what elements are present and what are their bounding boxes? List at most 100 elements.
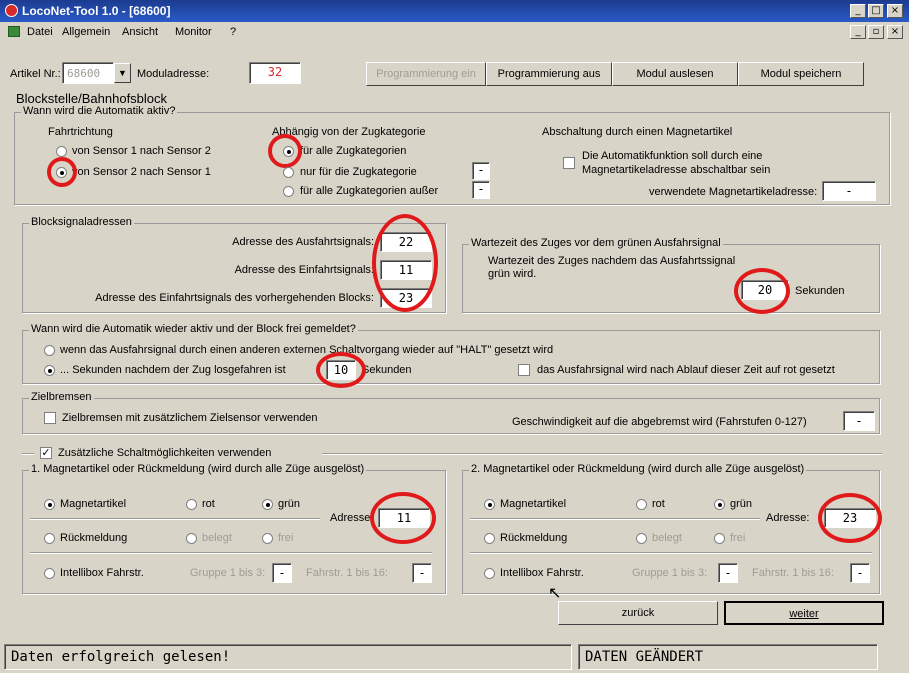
frei-seconds-input[interactable]: 10 bbox=[326, 360, 356, 380]
back-button[interactable]: zurück bbox=[558, 601, 718, 625]
g2-ib-radio[interactable] bbox=[484, 568, 495, 579]
next-button[interactable]: weiter bbox=[724, 601, 884, 625]
g2-magnet-label: Magnetartikel bbox=[500, 498, 567, 510]
g1-gruppe-label: Gruppe 1 bis 3: bbox=[190, 567, 266, 579]
g2-fahrstr-label: Fahrstr. 1 bis 16: bbox=[752, 567, 834, 579]
menu-help[interactable]: ? bbox=[230, 26, 236, 38]
frei-check-label: das Ausfahrsignal wird nach Ablauf diese… bbox=[537, 364, 835, 376]
g1-gruen-label: grün bbox=[278, 498, 301, 510]
g2-adresse-label: Adresse: bbox=[766, 512, 810, 524]
divider bbox=[30, 518, 320, 520]
g2-frei-label: frei bbox=[730, 532, 746, 544]
menu-allgemein[interactable]: Allgemein bbox=[62, 26, 110, 38]
g2-gruen-radio[interactable] bbox=[714, 499, 725, 510]
g2-adresse-input[interactable]: 23 bbox=[824, 508, 876, 528]
app-icon bbox=[5, 4, 18, 17]
minimize-icon[interactable]: _ bbox=[850, 4, 866, 18]
frei-rot-checkbox[interactable] bbox=[518, 364, 530, 376]
abschaltung-addr-input[interactable]: - bbox=[822, 181, 876, 201]
schalt-group-1-label: 1. Magnetartikel oder Rückmeldung (wird … bbox=[29, 463, 367, 475]
mdi-close-icon[interactable]: × bbox=[887, 25, 903, 39]
wartezeit-group-label: Wartezeit des Zuges vor dem grünen Ausfa… bbox=[469, 237, 723, 249]
g2-fahrstr-input[interactable]: - bbox=[850, 563, 870, 583]
g2-belegt-radio[interactable] bbox=[636, 533, 647, 544]
wartezeit-input[interactable]: 20 bbox=[741, 280, 789, 300]
menu-ansicht[interactable]: Ansicht bbox=[122, 26, 158, 38]
vorher-label: Adresse des Einfahrtsignals des vorherge… bbox=[95, 292, 374, 304]
g2-rueck-radio[interactable] bbox=[484, 533, 495, 544]
g1-gruen-radio[interactable] bbox=[262, 499, 273, 510]
programmierung-aus-button[interactable]: Programmierung aus bbox=[486, 62, 612, 86]
status-message: Daten erfolgreich gelesen! bbox=[4, 644, 572, 670]
g1-frei-radio[interactable] bbox=[262, 533, 273, 544]
g2-frei-radio[interactable] bbox=[714, 533, 725, 544]
einfahrt-input[interactable]: 11 bbox=[380, 260, 432, 280]
g1-fahrstr-input[interactable]: - bbox=[412, 563, 432, 583]
fr-radio-1[interactable] bbox=[56, 146, 67, 157]
g1-rueck-label: Rückmeldung bbox=[60, 532, 128, 544]
moduladresse-input[interactable]: 32 bbox=[249, 62, 301, 84]
g1-ib-label: Intellibox Fahrstr. bbox=[60, 567, 144, 579]
close-icon[interactable]: × bbox=[887, 4, 903, 18]
g2-magnet-radio[interactable] bbox=[484, 499, 495, 510]
frei-radio-2[interactable] bbox=[44, 365, 55, 376]
schalt-group-2-label: 2. Magnetartikel oder Rückmeldung (wird … bbox=[469, 463, 807, 475]
g1-rot-radio[interactable] bbox=[186, 499, 197, 510]
title-bar: LocoNet-Tool 1.0 - [68600] _ □ × bbox=[0, 0, 909, 22]
zug-radio-1[interactable] bbox=[283, 146, 294, 157]
divider bbox=[470, 518, 760, 520]
zug-radio-3[interactable] bbox=[283, 186, 294, 197]
zug-kategorie-input[interactable]: - bbox=[472, 162, 490, 180]
status-changed: DATEN GEÄNDERT bbox=[578, 644, 878, 670]
modul-speichern-button[interactable]: Modul speichern bbox=[738, 62, 864, 86]
g2-gruppe-input[interactable]: - bbox=[718, 563, 738, 583]
g1-ib-radio[interactable] bbox=[44, 568, 55, 579]
maximize-icon[interactable]: □ bbox=[868, 4, 884, 18]
g2-rueck-label: Rückmeldung bbox=[500, 532, 568, 544]
wartezeit-text2: grün wird. bbox=[488, 268, 537, 280]
programmierung-ein-button[interactable]: Programmierung ein bbox=[366, 62, 486, 86]
abschaltung-text2: Magnetartikeladresse abschaltbar sein bbox=[582, 164, 771, 176]
zug-ausser-input[interactable]: - bbox=[472, 181, 490, 199]
zusatz-checkbox[interactable]: ✓ bbox=[40, 447, 52, 459]
chevron-down-icon[interactable]: ▼ bbox=[114, 63, 131, 83]
g1-rueck-radio[interactable] bbox=[44, 533, 55, 544]
g2-ib-label: Intellibox Fahrstr. bbox=[500, 567, 584, 579]
ausfahrt-label: Adresse des Ausfahrtsignals: bbox=[232, 236, 374, 248]
document-icon bbox=[8, 26, 20, 37]
g1-magnet-radio[interactable] bbox=[44, 499, 55, 510]
zielbremsen-label: Zielbremsen mit zusätzlichem Zielsensor … bbox=[62, 412, 318, 424]
frei-group-label: Wann wird die Automatik wieder aktiv und… bbox=[29, 323, 358, 335]
zielbremsen-group-label: Zielbremsen bbox=[29, 391, 94, 403]
g2-rot-radio[interactable] bbox=[636, 499, 647, 510]
blocksignal-group-label: Blocksignaladressen bbox=[29, 216, 134, 228]
abschaltung-title: Abschaltung durch einen Magnetartikel bbox=[542, 126, 733, 138]
zusatz-label: Zusätzliche Schaltmöglichkeiten verwende… bbox=[58, 447, 272, 459]
einfahrt-label: Adresse des Einfahrtsignals: bbox=[234, 264, 374, 276]
g1-belegt-radio[interactable] bbox=[186, 533, 197, 544]
artikel-select[interactable]: 68600 bbox=[62, 62, 114, 84]
frei-opt2-label: ... Sekunden nachdem der Zug losgefahren… bbox=[60, 364, 286, 376]
fr-radio-2[interactable] bbox=[56, 167, 67, 178]
abschaltung-text1: Die Automatikfunktion soll durch eine bbox=[582, 150, 763, 162]
speed-input[interactable]: - bbox=[843, 411, 875, 431]
zug-radio-2[interactable] bbox=[283, 167, 294, 178]
modul-auslesen-button[interactable]: Modul auslesen bbox=[612, 62, 738, 86]
abschaltung-addr-label: verwendete Magnetartikeladresse: bbox=[649, 186, 818, 198]
automatik-group-label: Wann wird die Automatik aktiv? bbox=[21, 105, 178, 117]
g1-adresse-input[interactable]: 11 bbox=[378, 508, 430, 528]
g2-gruppe-label: Gruppe 1 bis 3: bbox=[632, 567, 708, 579]
g1-gruppe-input[interactable]: - bbox=[272, 563, 292, 583]
mdi-minimize-icon[interactable]: _ bbox=[850, 25, 866, 39]
mdi-restore-icon[interactable]: ▫ bbox=[868, 25, 884, 39]
frei-radio-1[interactable] bbox=[44, 345, 55, 356]
ausfahrt-input[interactable]: 22 bbox=[380, 232, 432, 252]
section-title: Blockstelle/Bahnhofsblock bbox=[16, 91, 168, 106]
menu-monitor[interactable]: Monitor bbox=[175, 26, 212, 38]
vorher-input[interactable]: 23 bbox=[380, 288, 432, 308]
divider bbox=[22, 453, 34, 455]
abschaltung-checkbox[interactable] bbox=[563, 157, 575, 169]
g1-frei-label: frei bbox=[278, 532, 294, 544]
zielbremsen-checkbox[interactable] bbox=[44, 412, 56, 424]
menu-datei[interactable]: Datei bbox=[27, 26, 53, 38]
